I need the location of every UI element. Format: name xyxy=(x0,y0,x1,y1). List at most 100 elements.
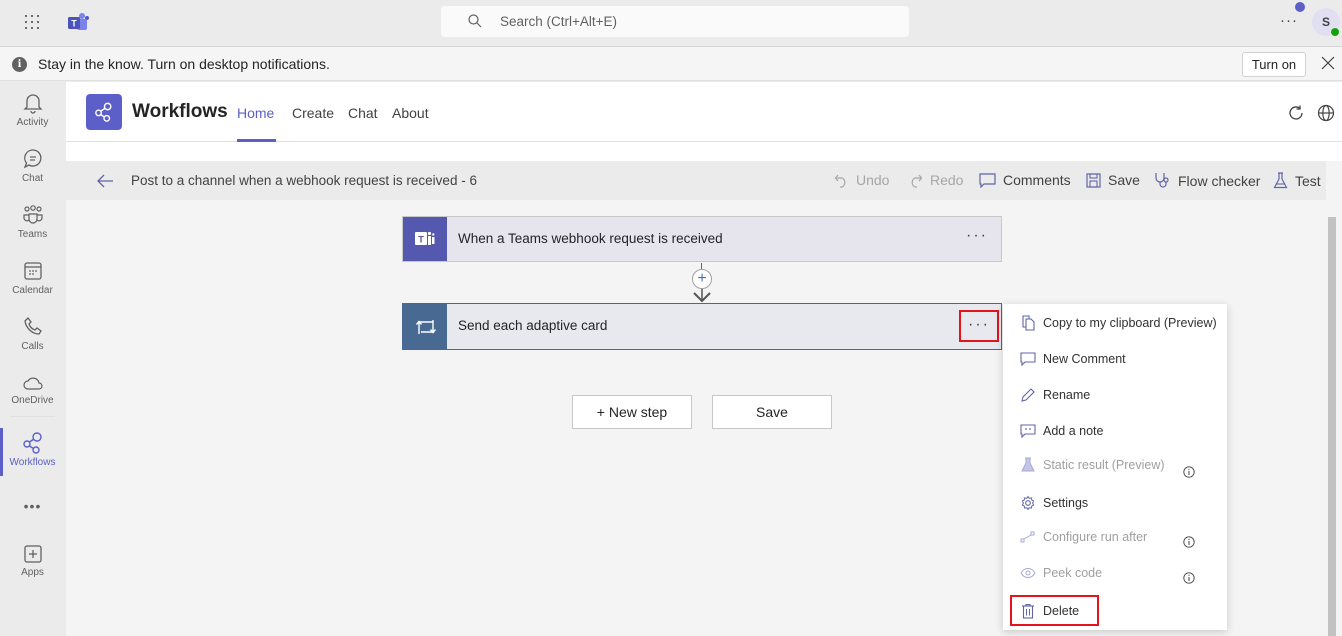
step-icon-box xyxy=(403,304,447,349)
info-icon[interactable] xyxy=(1183,536,1195,548)
step-title: Send each adaptive card xyxy=(458,318,608,333)
menu-item-add-note[interactable]: Add a note xyxy=(1003,417,1227,447)
rail-item-workflows[interactable]: Workflows xyxy=(0,428,65,484)
add-app-icon xyxy=(23,545,42,563)
comment-icon xyxy=(979,172,996,188)
teams-icon: T xyxy=(415,231,435,246)
menu-item-copy-to-clipboard[interactable]: Copy to my clipboard (Preview) xyxy=(1003,309,1227,339)
flow-checker-button[interactable]: Flow checker xyxy=(1154,172,1260,189)
redo-icon xyxy=(911,174,923,188)
comments-label: Comments xyxy=(1003,172,1071,188)
tab-about[interactable]: About xyxy=(392,105,429,121)
save-command-button[interactable]: Save xyxy=(1086,172,1140,188)
menu-item-settings[interactable]: Settings xyxy=(1003,489,1227,519)
rail-more-apps-button[interactable]: ••• xyxy=(0,498,65,514)
comment-icon xyxy=(1020,352,1036,367)
vertical-scrollbar[interactable] xyxy=(1328,217,1336,636)
active-tab-indicator xyxy=(237,139,276,142)
arrow-down-icon xyxy=(693,289,711,303)
insert-step-button[interactable]: + xyxy=(692,269,712,289)
trigger-step-card[interactable]: T When a Teams webhook request is receiv… xyxy=(402,216,1002,262)
refresh-icon[interactable] xyxy=(1287,104,1305,122)
rail-label: Apps xyxy=(21,567,44,578)
info-icon: i xyxy=(12,57,27,72)
flask-icon xyxy=(1273,172,1288,189)
menu-item-configure-run-after[interactable]: Configure run after xyxy=(1003,523,1227,553)
delete-highlight-box xyxy=(1010,595,1099,626)
workflows-app-icon xyxy=(86,94,122,130)
svg-text:T: T xyxy=(71,19,77,29)
rail-label: Workflows xyxy=(9,457,56,468)
cloud-icon xyxy=(22,377,43,390)
menu-item-label: Settings xyxy=(1043,496,1089,510)
close-icon[interactable] xyxy=(1321,56,1335,70)
rail-label: Calls xyxy=(21,341,44,352)
menu-item-rename[interactable]: Rename xyxy=(1003,381,1227,411)
rail-item-teams[interactable]: Teams xyxy=(0,204,65,256)
info-icon[interactable] xyxy=(1183,466,1195,478)
run-after-icon xyxy=(1020,531,1035,543)
app-rail: Activity Chat Teams Calendar Calls OneDr… xyxy=(0,82,65,636)
teams-icon xyxy=(22,205,43,224)
rail-label: Teams xyxy=(17,229,48,240)
rail-divider xyxy=(10,416,55,417)
app-header: Workflows Home Create Chat About xyxy=(66,82,1342,142)
more-options-button[interactable]: ··· xyxy=(1280,12,1298,29)
flow-title: Post to a channel when a webhook request… xyxy=(131,173,477,188)
eye-icon xyxy=(1020,567,1036,579)
step-more-menu-button[interactable]: ··· xyxy=(959,310,999,342)
step-more-menu-button[interactable]: ··· xyxy=(961,227,993,249)
menu-item-label: Copy to my clipboard (Preview) xyxy=(1043,316,1217,330)
rail-item-calls[interactable]: Calls xyxy=(0,316,65,368)
undo-icon xyxy=(834,174,846,188)
menu-item-peek-code[interactable]: Peek code xyxy=(1003,559,1227,589)
menu-item-static-result[interactable]: Static result (Preview) xyxy=(1003,451,1227,481)
tab-create[interactable]: Create xyxy=(292,105,334,121)
search-input[interactable]: Search (Ctrl+Alt+E) xyxy=(441,6,909,37)
save-button[interactable]: Save xyxy=(712,395,832,429)
info-icon[interactable] xyxy=(1183,572,1195,584)
comments-button[interactable]: Comments xyxy=(979,172,1071,188)
workflows-icon xyxy=(22,432,42,454)
test-button[interactable]: Test xyxy=(1273,172,1321,189)
rail-item-chat[interactable]: Chat xyxy=(0,148,65,200)
notification-dot xyxy=(1295,2,1305,12)
globe-icon[interactable] xyxy=(1317,104,1335,122)
tab-home[interactable]: Home xyxy=(237,105,274,121)
presence-available-icon xyxy=(1330,27,1340,37)
bell-icon xyxy=(22,94,43,114)
test-label: Test xyxy=(1295,172,1321,189)
new-step-button[interactable]: + New step xyxy=(572,395,692,429)
menu-item-new-comment[interactable]: New Comment xyxy=(1003,345,1227,375)
turn-on-button[interactable]: Turn on xyxy=(1242,52,1306,77)
copy-icon xyxy=(1022,315,1035,331)
loop-step-card[interactable]: Send each adaptive card ··· xyxy=(402,303,1002,350)
rail-label: OneDrive xyxy=(11,395,54,406)
app-title: Workflows xyxy=(132,101,228,122)
search-icon xyxy=(468,14,482,28)
rail-item-onedrive[interactable]: OneDrive xyxy=(0,374,65,426)
app-launcher-icon[interactable] xyxy=(24,14,40,30)
save-icon xyxy=(1086,172,1101,188)
command-bar: Post to a channel when a webhook request… xyxy=(66,161,1326,200)
redo-button[interactable]: Redo xyxy=(908,172,963,188)
rail-item-activity[interactable]: Activity xyxy=(0,92,65,144)
chat-icon xyxy=(23,149,41,169)
undo-label: Undo xyxy=(856,172,890,188)
step-title: When a Teams webhook request is received xyxy=(458,231,723,246)
pencil-icon xyxy=(1021,388,1035,402)
top-bar: T Search (Ctrl+Alt+E) ··· S xyxy=(0,0,1342,45)
back-arrow-icon[interactable] xyxy=(96,173,114,189)
menu-item-label: Static result (Preview) xyxy=(1043,458,1165,472)
redo-label: Redo xyxy=(930,172,964,188)
step-icon-box: T xyxy=(403,217,447,261)
loop-icon xyxy=(415,320,437,334)
menu-item-label: Add a note xyxy=(1043,424,1104,438)
rail-item-apps[interactable]: Apps xyxy=(0,544,65,596)
rail-item-calendar[interactable]: Calendar xyxy=(0,260,65,312)
banner-message: Stay in the know. Turn on desktop notifi… xyxy=(38,56,330,72)
rail-label: Activity xyxy=(16,117,49,128)
undo-button[interactable]: Undo xyxy=(834,172,889,188)
tab-chat[interactable]: Chat xyxy=(348,105,378,121)
gear-icon xyxy=(1021,495,1035,511)
